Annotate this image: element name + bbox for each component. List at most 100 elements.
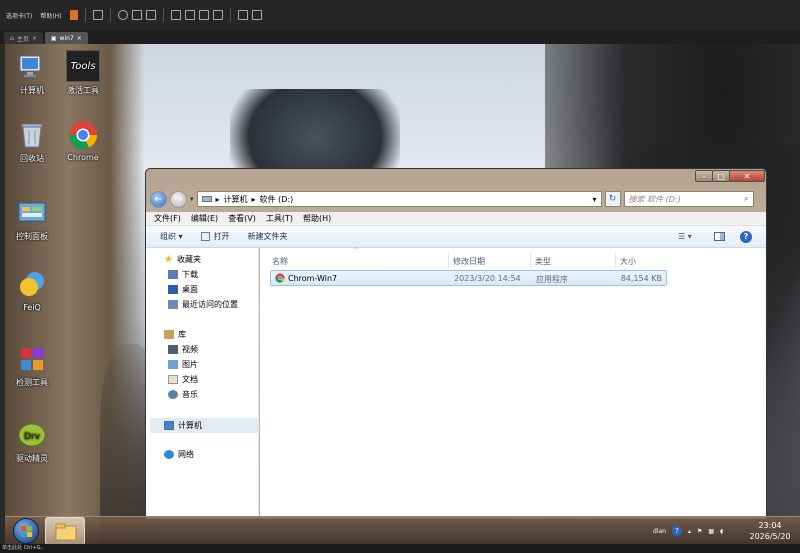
view-thumbnail-icon[interactable] [184,10,195,20]
unity-icon[interactable] [212,10,223,20]
help-tray-icon[interactable]: ? [671,526,682,536]
search-input[interactable]: 搜索 软件 (D:) ⌕ [623,191,754,207]
tools-icon: Tools [66,50,100,82]
console-icon[interactable] [237,10,248,20]
nav-label: 库 [178,330,186,339]
nav-item-videos[interactable]: 视频 [168,344,198,355]
tray-expand-icon[interactable]: ▴ [688,528,691,535]
action-center-flag-icon[interactable]: ⚑ [697,528,702,535]
nav-computer[interactable]: 计算机 [150,418,259,433]
icon-label: 控制面板 [16,232,48,241]
desktop-icon-activator[interactable]: Tools 激活工具 [53,50,113,96]
maximize-button[interactable]: □ [712,170,730,182]
network-globe-icon [164,450,174,459]
breadcrumb-drive[interactable]: 软件 (D:) [260,194,294,205]
explorer-window[interactable]: – □ ✕ ← → ▾ ▸ 计算机 ▸ 软件 (D:) ▾ ↻ 搜索 软件 (D… [145,168,767,520]
column-divider[interactable] [615,252,616,268]
nav-item-pictures[interactable]: 图片 [168,359,198,370]
nav-network[interactable]: 网络 [164,449,194,460]
menu-file[interactable]: 文件(F) [154,213,181,224]
desktop-icon-driver-genius[interactable]: Drv 驱动精灵 [5,420,62,464]
svg-text:Drv: Drv [24,432,41,442]
taskbar-explorer-button[interactable] [45,517,85,545]
desktop-icon-chrome[interactable]: Chrome [53,120,113,162]
file-list[interactable]: ^ 名称 修改日期 类型 大小 Chrom-Win7 2023/3/20 14:… [260,247,766,519]
table-row[interactable]: Chrom-Win7 2023/3/20 14:54 应用程序 84,154 K… [270,270,667,286]
folder-icon [55,523,77,541]
column-header-type[interactable]: 类型 [535,256,551,267]
nav-label: 音乐 [182,390,198,399]
send-keys-icon[interactable] [92,10,103,20]
desktop-icon-control-panel[interactable]: 控制面板 [5,198,62,242]
minimize-button[interactable]: – [695,170,713,182]
preview-pane-icon[interactable] [714,232,725,241]
nav-item-recent-places[interactable]: 最近访问的位置 [168,299,238,310]
breadcrumb-computer[interactable]: 计算机 [224,194,248,205]
window-titlebar[interactable]: – □ ✕ [146,169,766,185]
network-tray-icon[interactable]: ▦ [708,528,714,535]
language-indicator[interactable]: dian [653,528,666,535]
start-button[interactable] [13,518,39,544]
menu-view[interactable]: 查看(V) [228,213,256,224]
control-panel-icon [17,198,47,228]
close-button[interactable]: ✕ [729,170,765,182]
address-dropdown-icon[interactable]: ▾ [593,195,597,204]
forward-button[interactable]: → [170,190,187,208]
view-library-icon[interactable] [170,10,181,20]
menu-help[interactable]: 帮助(H) [303,213,331,224]
nav-favorites[interactable]: ★ 收藏夹 [164,254,201,265]
close-icon[interactable]: × [32,35,37,42]
tab-label: 主页 [16,35,29,43]
forward-arrow-icon: → [174,193,183,205]
stretch-icon[interactable] [251,10,262,20]
driver-genius-icon: Drv [17,420,47,450]
host-menu-tabs[interactable]: 选项卡(T) [6,11,32,20]
nav-item-documents[interactable]: 文档 [168,374,198,385]
open-button[interactable]: 打开 [200,231,230,242]
column-header-name[interactable]: 名称 [272,256,288,267]
column-divider[interactable] [530,252,531,268]
nav-item-downloads[interactable]: 下载 [168,269,198,280]
new-folder-button[interactable]: 新建文件夹 [248,231,288,242]
vm-icon: ▣ [50,34,57,42]
column-header-modified[interactable]: 修改日期 [453,256,485,267]
tab-win7[interactable]: ▣ win7 × [44,32,88,44]
nav-label: 桌面 [182,285,198,294]
pause-icon[interactable] [69,10,78,20]
desktop-icon-detect-tool[interactable]: 检测工具 [5,344,62,388]
snapshot-icon[interactable] [117,10,128,20]
nav-libraries[interactable]: 库 [164,329,186,340]
open-icon [200,232,210,241]
clock-date: 2026/5/20 [749,532,791,541]
organize-button[interactable]: 组织 ▾ [160,231,183,242]
command-bar: 组织 ▾ 打开 新建文件夹 ☰ ▾ ? [146,226,766,248]
pictures-icon [168,360,178,369]
videos-icon [168,345,178,354]
icon-label: 回收站 [20,154,44,163]
search-icon[interactable]: ⌕ [744,194,748,204]
nav-item-music[interactable]: 音乐 [168,389,198,400]
nav-item-desktop[interactable]: 桌面 [168,284,198,295]
column-header-size[interactable]: 大小 [620,256,636,267]
close-icon[interactable]: × [77,35,82,42]
volume-icon[interactable]: ◖ [720,528,723,535]
restore-snapshot-icon[interactable] [131,10,142,20]
recent-pages-chevron-icon[interactable]: ▾ [190,195,194,203]
icon-label: 激活工具 [67,86,99,95]
refresh-button[interactable]: ↻ [604,191,621,207]
tab-home[interactable]: ⌂ 主页 × [4,32,43,44]
menu-tools[interactable]: 工具(T) [266,213,293,224]
nav-label: 最近访问的位置 [182,300,238,309]
menu-edit[interactable]: 编辑(E) [191,213,218,224]
view-options-icon[interactable]: ☰ ▾ [678,232,692,241]
back-button[interactable]: ← [150,190,167,208]
column-divider[interactable] [448,252,449,268]
clock[interactable]: 23:04 2026/5/20 [740,520,800,542]
help-icon[interactable]: ? [740,230,752,243]
address-bar[interactable]: ▸ 计算机 ▸ 软件 (D:) ▾ [196,191,602,207]
manage-snapshot-icon[interactable] [145,10,156,20]
toolbar-divider [229,8,231,22]
desktop-icon-feiq[interactable]: FeiQ [5,270,62,312]
host-menu-help[interactable]: 帮助(H) [40,11,61,20]
fullscreen-icon[interactable] [198,10,209,20]
